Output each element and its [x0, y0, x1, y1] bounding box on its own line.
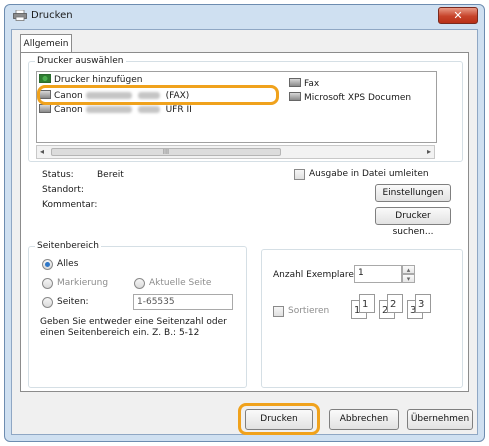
status-label: Status:	[42, 170, 74, 180]
add-printer-icon	[39, 74, 51, 83]
print-button-highlight	[238, 403, 320, 435]
printer-name: Fax	[304, 79, 320, 89]
close-button[interactable]: ✕	[438, 7, 478, 24]
selection-radio[interactable]	[42, 278, 53, 289]
tab-general[interactable]: Allgemein	[20, 34, 72, 53]
collate-sheet: 3	[415, 294, 431, 313]
list-item-fax[interactable]: Fax	[289, 78, 319, 91]
apply-button[interactable]: Übernehmen	[407, 409, 473, 430]
collate-checkbox[interactable]	[273, 306, 284, 317]
tab-panel: Drucker auswählen Drucker hinzufügen Can…	[20, 52, 469, 392]
copies-input[interactable]: 1	[354, 265, 402, 283]
horizontal-scrollbar[interactable]: ◂ III ▸	[36, 145, 435, 159]
print-to-file-checkbox[interactable]	[294, 169, 305, 180]
status-value: Bereit	[97, 170, 124, 180]
spin-up-icon[interactable]: ▴	[402, 265, 415, 274]
printer-type: UFR II	[165, 105, 192, 115]
current-page-label: Aktuelle Seite	[149, 278, 212, 288]
printer-name: Canon	[54, 105, 83, 115]
pages-label: Seiten:	[57, 297, 89, 307]
scroll-left-icon[interactable]: ◂	[40, 147, 44, 156]
printer-icon	[289, 92, 301, 101]
scroll-right-icon[interactable]: ▸	[427, 147, 431, 156]
page-range-legend: Seitenbereich	[37, 241, 99, 251]
cancel-button[interactable]: Abbrechen	[329, 409, 399, 430]
print-dialog: Drucken ✕ Allgemein Drucker auswählen Dr…	[4, 4, 485, 442]
collate-sheet: 2	[387, 294, 403, 313]
dialog-body: Allgemein Drucker auswählen Drucker hinz…	[11, 29, 478, 435]
redacted-model	[85, 106, 132, 113]
list-item-xps[interactable]: Microsoft XPS Documen	[289, 92, 411, 105]
printer-name: Microsoft XPS Documen	[304, 93, 412, 103]
location-label: Standort:	[42, 185, 84, 195]
page-range-hint: Geben Sie entweder eine Seitenzahl oder …	[40, 317, 227, 338]
comment-label: Kommentar:	[42, 200, 98, 210]
spin-down-icon[interactable]: ▾	[402, 274, 415, 283]
all-radio[interactable]	[42, 259, 53, 270]
printer-icon	[39, 104, 51, 113]
collate-sheet: 1	[359, 294, 375, 313]
close-icon: ✕	[453, 9, 463, 22]
pages-input[interactable]: 1-65535	[133, 294, 233, 310]
fax-icon	[289, 78, 301, 87]
find-printer-button[interactable]: Drucker suchen...	[375, 207, 451, 237]
window-title: Drucken	[31, 10, 73, 21]
print-to-file-label: Ausgabe in Datei umleiten	[309, 169, 429, 179]
all-label: Alles	[57, 259, 79, 269]
collate-label: Sortieren	[288, 306, 330, 316]
redacted-model	[137, 106, 160, 113]
preferences-button[interactable]: Einstellungen	[375, 184, 451, 202]
current-page-radio[interactable]	[134, 278, 145, 289]
printer-list[interactable]: Drucker hinzufügen Canon (FAX) Canon UFR…	[36, 71, 437, 143]
printer-select-legend: Drucker auswählen	[37, 56, 124, 66]
selection-highlight	[37, 85, 279, 105]
pages-radio[interactable]	[42, 297, 53, 308]
selection-label: Markierung	[57, 278, 109, 288]
copies-label: Anzahl Exemplare:	[273, 270, 358, 280]
printer-name: Drucker hinzufügen	[54, 75, 143, 85]
list-item-canon-ufr[interactable]: Canon UFR II	[39, 104, 192, 117]
printer-icon	[13, 10, 27, 21]
title-bar: Drucken ✕	[5, 5, 484, 27]
scroll-thumb[interactable]: III	[51, 148, 281, 156]
